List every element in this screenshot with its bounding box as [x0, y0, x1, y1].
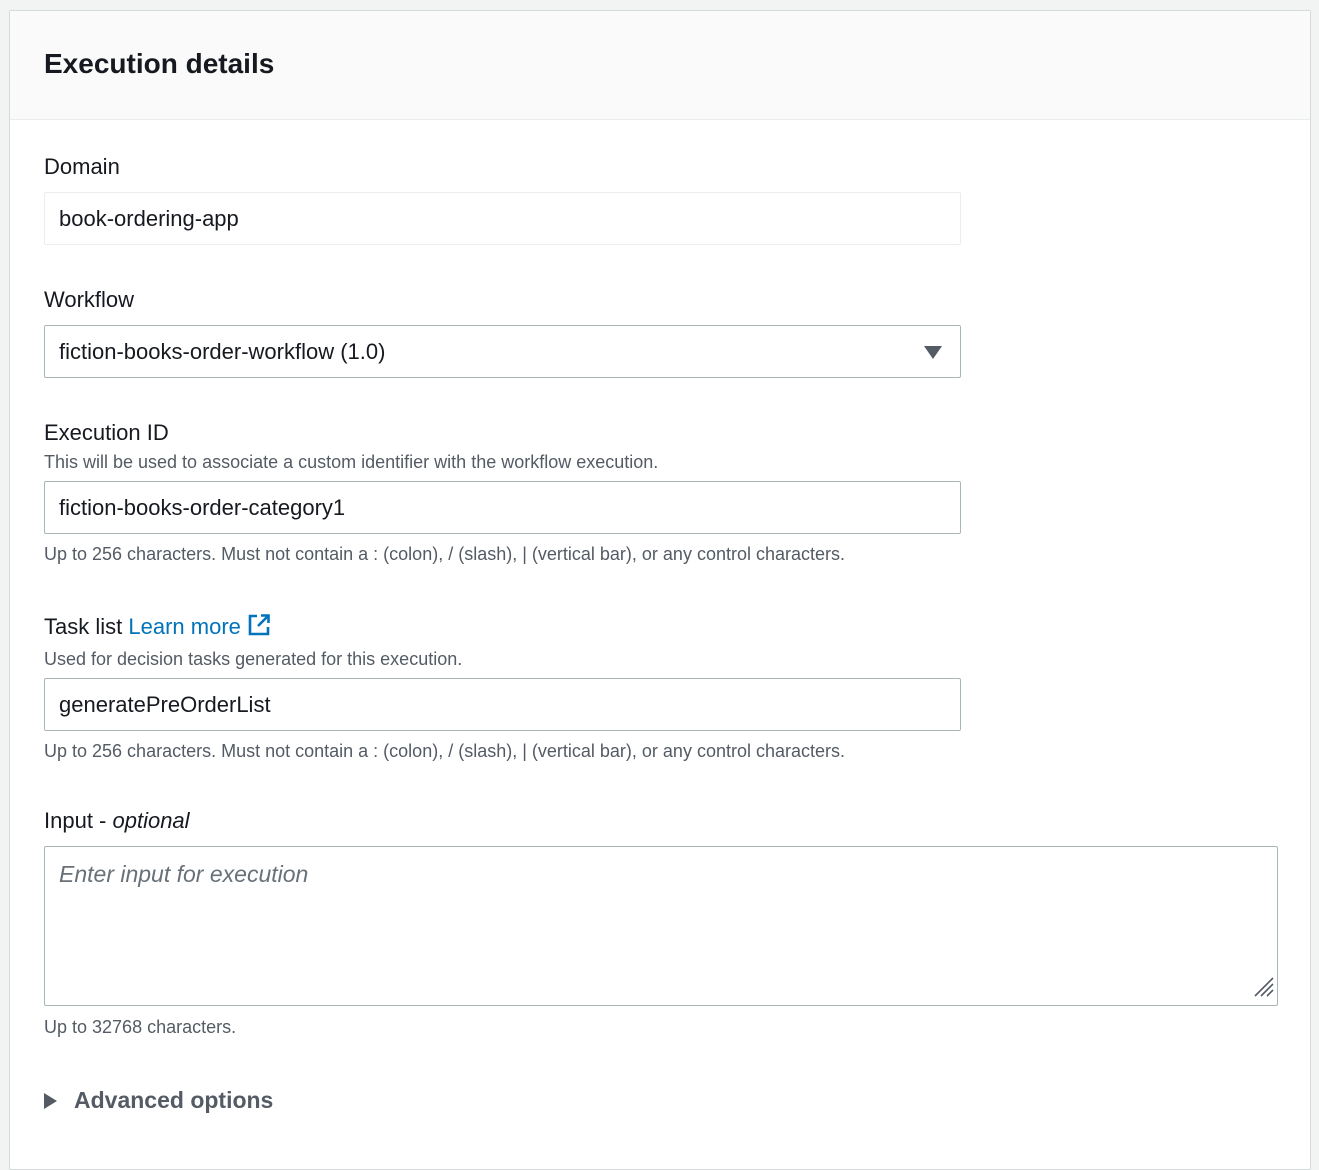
panel-title: Execution details: [44, 48, 275, 79]
execution-id-description: This will be used to associate a custom …: [44, 452, 659, 472]
execution-id-constraint: Up to 256 characters. Must not contain a…: [44, 544, 845, 564]
execution-id-field: Execution ID This will be used to associ…: [44, 419, 961, 566]
workflow-label: Workflow: [44, 287, 135, 312]
input-placeholder: Enter input for execution: [59, 861, 309, 887]
input-constraint: Up to 32768 characters.: [44, 1017, 237, 1037]
task-list-field: Task list Learn more Used for decision t…: [44, 613, 961, 763]
caret-right-icon: [44, 1093, 57, 1109]
input-label: Input -: [44, 808, 113, 833]
execution-id-label: Execution ID: [44, 420, 169, 445]
workflow-select[interactable]: fiction-books-order-workflow (1.0): [44, 325, 961, 378]
task-list-label-row: Task list Learn more: [44, 613, 961, 644]
task-list-description: Used for decision tasks generated for th…: [44, 649, 463, 669]
domain-label: Domain: [44, 154, 120, 179]
task-list-constraint: Up to 256 characters. Must not contain a…: [44, 741, 845, 761]
input-optional-label: optional: [112, 808, 190, 833]
workflow-selected-value: fiction-books-order-workflow (1.0): [59, 339, 386, 364]
advanced-options-toggle[interactable]: Advanced options: [44, 1086, 273, 1114]
execution-id-input[interactable]: fiction-books-order-category1: [44, 481, 961, 534]
external-link-icon: [247, 613, 271, 644]
caret-down-icon: [924, 346, 942, 359]
task-list-label: Task list: [44, 614, 123, 639]
domain-input[interactable]: book-ordering-app: [44, 192, 961, 245]
learn-more-text: Learn more: [128, 614, 241, 639]
learn-more-link[interactable]: Learn more: [128, 614, 271, 639]
input-label-row: Input - optional: [44, 807, 1278, 835]
panel-header: Execution details: [10, 11, 1310, 120]
execution-details-panel: Execution details Domain book-ordering-a…: [9, 10, 1311, 1170]
advanced-options-label: Advanced options: [74, 1087, 274, 1113]
input-field: Input - optional Enter input for executi…: [44, 807, 1278, 1039]
task-list-input[interactable]: generatePreOrderList: [44, 678, 961, 731]
domain-field: Domain book-ordering-app: [44, 153, 961, 245]
workflow-field: Workflow fiction-books-order-workflow (1…: [44, 286, 961, 378]
input-textarea[interactable]: Enter input for execution: [44, 846, 1278, 1006]
resize-handle-icon[interactable]: [1249, 972, 1275, 1003]
